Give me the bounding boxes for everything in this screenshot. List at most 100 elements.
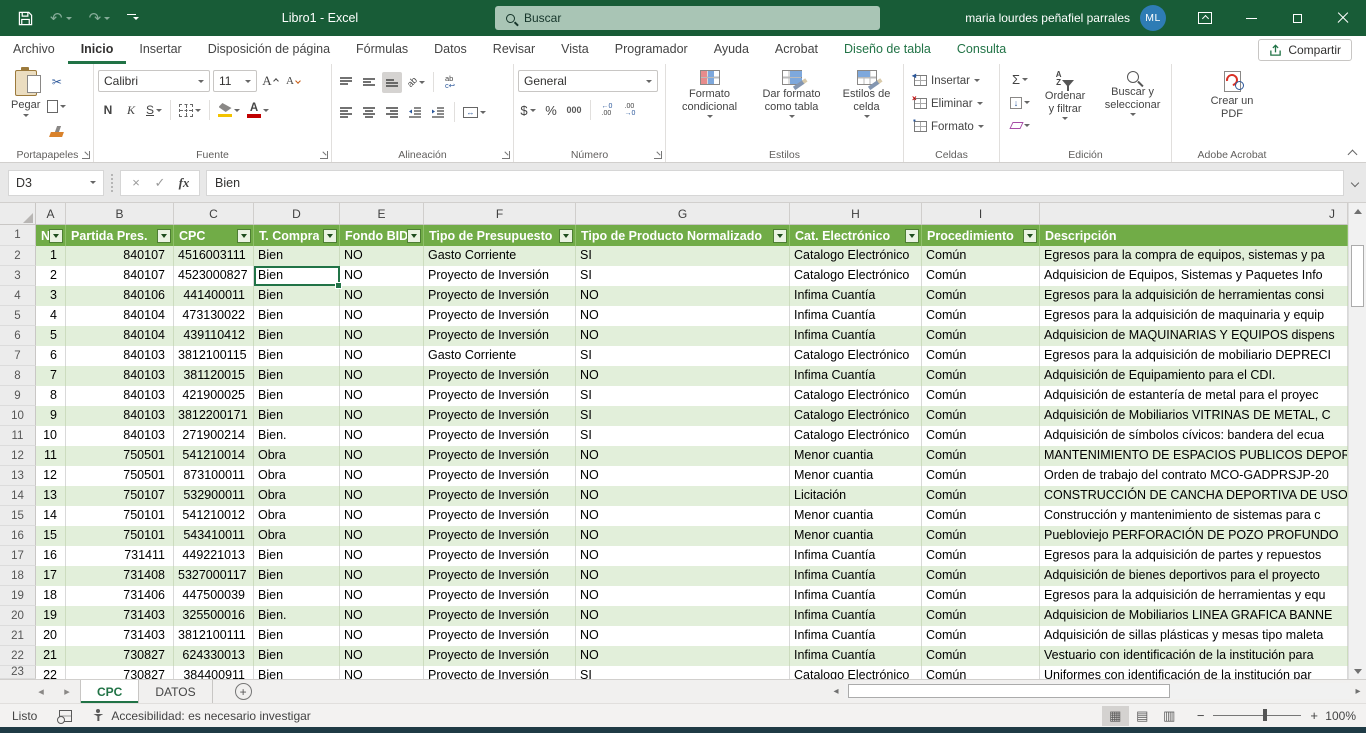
cell-E19[interactable]: NO <box>340 586 424 606</box>
cell-B17[interactable]: 731411 <box>66 546 174 566</box>
minimize-button[interactable] <box>1228 0 1274 36</box>
table-header-D1[interactable]: T. Compra <box>254 225 340 246</box>
cell-F4[interactable]: Proyecto de Inversión <box>424 286 576 306</box>
cell-H8[interactable]: Infima Cuantía <box>790 366 922 386</box>
cell-E8[interactable]: NO <box>340 366 424 386</box>
row-header-9[interactable]: 9 <box>0 386 36 406</box>
tab-vista[interactable]: Vista <box>548 36 602 64</box>
cell-A13[interactable]: 12 <box>36 466 66 486</box>
row-header-2[interactable]: 2 <box>0 246 36 266</box>
cell-E16[interactable]: NO <box>340 526 424 546</box>
zoom-in-button[interactable]: + <box>1310 708 1318 723</box>
cell-A2[interactable]: 1 <box>36 246 66 266</box>
row-header-10[interactable]: 10 <box>0 406 36 426</box>
cell-B7[interactable]: 840103 <box>66 346 174 366</box>
cell-H15[interactable]: Menor cuantia <box>790 506 922 526</box>
cell-F3[interactable]: Proyecto de Inversión <box>424 266 576 286</box>
row-header-18[interactable]: 18 <box>0 566 36 586</box>
cell-C2[interactable]: 4516003111 <box>174 246 254 266</box>
cell-G23[interactable]: SI <box>576 666 790 679</box>
cell-B10[interactable]: 840103 <box>66 406 174 426</box>
cell-F8[interactable]: Proyecto de Inversión <box>424 366 576 386</box>
view-page-break-button[interactable]: ▥ <box>1156 706 1183 726</box>
cell-F5[interactable]: Proyecto de Inversión <box>424 306 576 326</box>
cell-F20[interactable]: Proyecto de Inversión <box>424 606 576 626</box>
cell-G11[interactable]: SI <box>576 426 790 446</box>
fill-button[interactable]: ↓ <box>1008 92 1032 113</box>
cell-J15[interactable]: Construcción y mantenimiento de sistemas… <box>1040 506 1348 526</box>
cell-F7[interactable]: Gasto Corriente <box>424 346 576 366</box>
cell-J3[interactable]: Adquisicion de Equipos, Sistemas y Paque… <box>1040 266 1348 286</box>
row-header-3[interactable]: 3 <box>0 266 36 286</box>
cell-E21[interactable]: NO <box>340 626 424 646</box>
cell-C19[interactable]: 447500039 <box>174 586 254 606</box>
cell-A17[interactable]: 16 <box>36 546 66 566</box>
decrease-decimal-button[interactable]: .00→0 <box>620 100 640 121</box>
collapse-ribbon-button[interactable] <box>1348 150 1358 160</box>
cell-G17[interactable]: NO <box>576 546 790 566</box>
cell-F21[interactable]: Proyecto de Inversión <box>424 626 576 646</box>
currency-format-button[interactable]: $ <box>518 100 538 121</box>
cell-H7[interactable]: Catalogo Electrónico <box>790 346 922 366</box>
cell-H13[interactable]: Menor cuantia <box>790 466 922 486</box>
vertical-scrollbar[interactable] <box>1348 203 1366 679</box>
cell-C21[interactable]: 3812100111 <box>174 626 254 646</box>
scroll-down-button[interactable] <box>1349 663 1366 679</box>
align-bottom-button[interactable] <box>382 72 402 93</box>
cell-H17[interactable]: Infima Cuantía <box>790 546 922 566</box>
cell-H18[interactable]: Infima Cuantía <box>790 566 922 586</box>
create-pdf-button[interactable]: Crear un PDF <box>1201 67 1263 146</box>
cell-J2[interactable]: Egresos para la compra de equipos, siste… <box>1040 246 1348 266</box>
row-header-6[interactable]: 6 <box>0 326 36 346</box>
share-button[interactable]: Compartir <box>1258 39 1352 61</box>
cell-B11[interactable]: 840103 <box>66 426 174 446</box>
cell-C13[interactable]: 873100011 <box>174 466 254 486</box>
insert-function-button[interactable]: fx <box>173 175 195 191</box>
delete-cells-button[interactable]: ×Eliminar <box>912 93 995 114</box>
row-header-17[interactable]: 17 <box>0 546 36 566</box>
cell-B19[interactable]: 731406 <box>66 586 174 606</box>
tab-datos[interactable]: Datos <box>421 36 480 64</box>
cell-G22[interactable]: NO <box>576 646 790 666</box>
row-header-21[interactable]: 21 <box>0 626 36 646</box>
cell-G4[interactable]: NO <box>576 286 790 306</box>
cell-I17[interactable]: Común <box>922 546 1040 566</box>
cell-C18[interactable]: 5327000117 <box>174 566 254 586</box>
cell-C22[interactable]: 624330013 <box>174 646 254 666</box>
cell-E18[interactable]: NO <box>340 566 424 586</box>
cell-D9[interactable]: Bien <box>254 386 340 406</box>
table-header-F1[interactable]: Tipo de Presupuesto <box>424 225 576 246</box>
cell-C3[interactable]: 4523000827 <box>174 266 254 286</box>
table-header-B1[interactable]: Partida Pres. <box>66 225 174 246</box>
cell-J11[interactable]: Adquisición de símbolos cívicos: bandera… <box>1040 426 1348 446</box>
enter-button[interactable]: ✓ <box>149 175 171 191</box>
find-select-button[interactable]: Buscar y seleccionar <box>1098 67 1167 146</box>
cell-I11[interactable]: Común <box>922 426 1040 446</box>
fuente-dialog-launcher[interactable] <box>320 151 328 159</box>
cell-B14[interactable]: 750107 <box>66 486 174 506</box>
cell-G20[interactable]: NO <box>576 606 790 626</box>
cell-H14[interactable]: Licitación <box>790 486 922 506</box>
row-header-22[interactable]: 22 <box>0 646 36 666</box>
wrap-text-button[interactable]: abc↩ <box>440 72 460 93</box>
paste-button[interactable]: Pegar <box>6 67 45 146</box>
tab-programador[interactable]: Programador <box>602 36 701 64</box>
table-header-E1[interactable]: Fondo BID <box>340 225 424 246</box>
cell-B12[interactable]: 750501 <box>66 446 174 466</box>
scroll-left-button[interactable]: ◂ <box>828 686 844 697</box>
comma-format-button[interactable]: 000 <box>564 100 584 121</box>
cell-D2[interactable]: Bien <box>254 246 340 266</box>
row-header-16[interactable]: 16 <box>0 526 36 546</box>
cell-F12[interactable]: Proyecto de Inversión <box>424 446 576 466</box>
formula-input[interactable]: Bien <box>206 170 1344 196</box>
sheet-tab-cpc[interactable]: CPC <box>80 680 139 703</box>
cell-I12[interactable]: Común <box>922 446 1040 466</box>
cell-C11[interactable]: 271900214 <box>174 426 254 446</box>
cell-H22[interactable]: Infima Cuantía <box>790 646 922 666</box>
cell-D21[interactable]: Bien <box>254 626 340 646</box>
cell-I5[interactable]: Común <box>922 306 1040 326</box>
expand-formula-bar-button[interactable] <box>1344 180 1366 186</box>
row-header-5[interactable]: 5 <box>0 306 36 326</box>
cell-D4[interactable]: Bien <box>254 286 340 306</box>
cell-G5[interactable]: NO <box>576 306 790 326</box>
